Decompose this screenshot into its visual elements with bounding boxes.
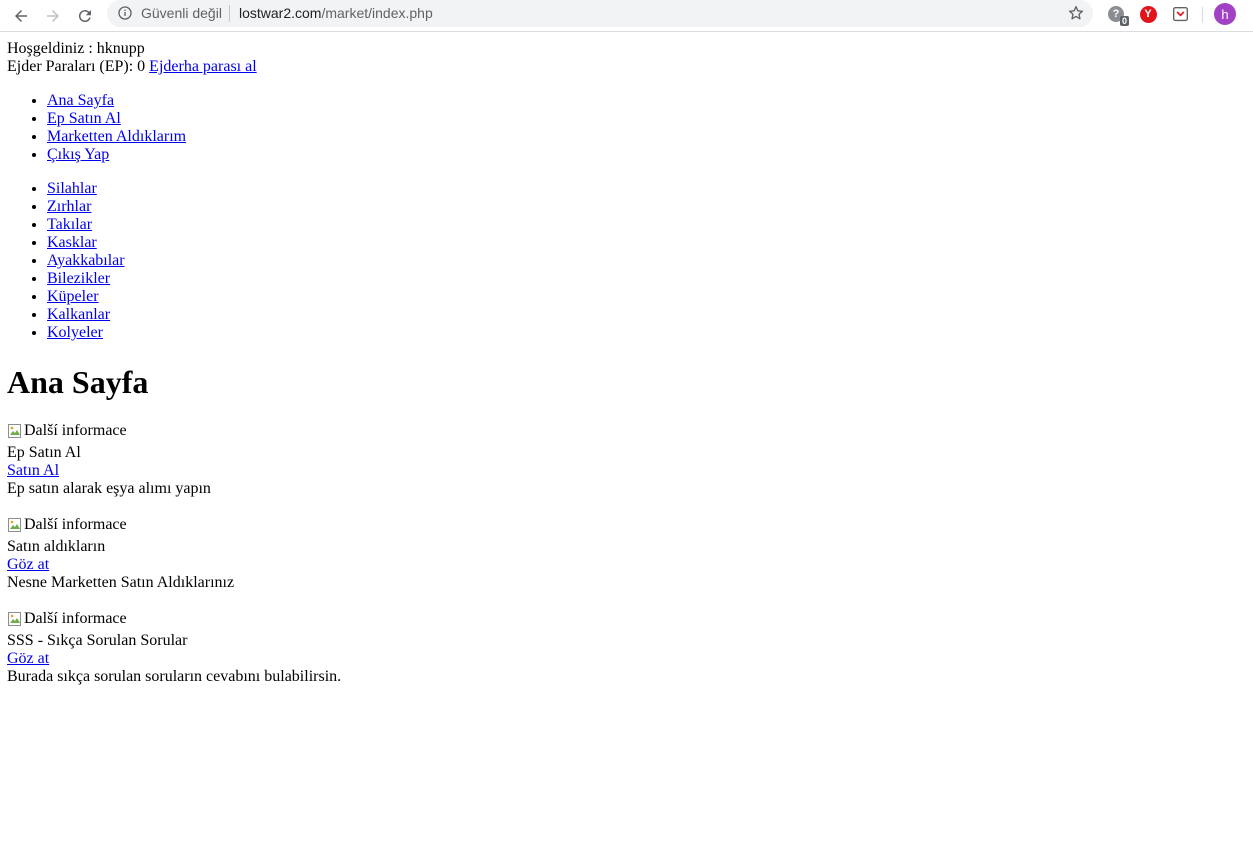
category-link-earrings[interactable]: Küpeler: [47, 288, 99, 305]
yandex-icon: Y: [1139, 5, 1157, 23]
extension-pocket-button[interactable]: [1170, 4, 1190, 24]
category-item: Ayakkabılar: [47, 252, 341, 270]
card-link-browse[interactable]: Göz at: [7, 556, 49, 573]
category-link-helmets[interactable]: Kasklar: [47, 234, 97, 251]
nav-item-logout: Çıkış Yap: [47, 146, 341, 164]
card-description: Ep satın alarak eşya alımı yapın: [7, 480, 211, 497]
main-nav: Ana Sayfa Ep Satın Al Marketten Aldıklar…: [7, 92, 341, 164]
info-icon[interactable]: [117, 5, 133, 21]
welcome-text: Hoşgeldiniz : hknupp: [7, 40, 145, 57]
category-item: Kalkanlar: [47, 306, 341, 324]
url-path: /market/index.php: [321, 5, 433, 21]
reload-button[interactable]: [72, 3, 98, 29]
pocket-icon: [1172, 6, 1188, 21]
ep-balance-label: Ejder Paraları (EP): 0: [7, 58, 146, 75]
card-list: Další informace Ep Satın Al Satın Al Ep …: [7, 422, 341, 686]
url-text[interactable]: lostwar2.com/market/index.php: [239, 5, 433, 21]
card-image: Další informace: [7, 422, 127, 440]
url-host: lostwar2.com: [239, 5, 322, 21]
category-item: Kolyeler: [47, 324, 341, 342]
bookmark-star-icon[interactable]: [1067, 4, 1085, 22]
nav-item-purchases: Marketten Aldıklarım: [47, 128, 341, 146]
security-label[interactable]: Güvenli değil: [141, 5, 222, 21]
category-link-accessories[interactable]: Takılar: [47, 216, 92, 233]
card-purchases: Další informace Satın aldıkların Göz at …: [7, 516, 341, 592]
arrow-left-icon: [15, 10, 27, 22]
category-link-shoes[interactable]: Ayakkabılar: [47, 252, 125, 269]
category-nav: Silahlar Zırhlar Takılar Kasklar Ayakkab…: [7, 180, 341, 342]
card-buy-ep: Další informace Ep Satın Al Satın Al Ep …: [7, 422, 341, 498]
toolbar-divider: [1202, 7, 1203, 23]
category-link-shields[interactable]: Kalkanlar: [47, 306, 110, 323]
category-item: Zırhlar: [47, 198, 341, 216]
forward-button[interactable]: [40, 3, 66, 29]
card-description: Burada sıkça sorulan soruların cevabını …: [7, 668, 342, 685]
category-item: Küpeler: [47, 288, 341, 306]
card-image-alt: Další informace: [24, 516, 127, 533]
buy-dragon-coin-link[interactable]: Ejderha parası al: [149, 58, 257, 75]
card-image-alt: Další informace: [24, 610, 127, 627]
back-button[interactable]: [8, 3, 34, 29]
nav-item-buy-ep: Ep Satın Al: [47, 110, 341, 128]
nav-link-home[interactable]: Ana Sayfa: [47, 92, 114, 109]
extension-badge: 0: [1119, 16, 1129, 26]
extension-help-button[interactable]: ? 0: [1106, 4, 1129, 26]
card-image-alt: Další informace: [24, 422, 127, 439]
card-link-buy[interactable]: Satın Al: [7, 462, 59, 479]
extension-y-button[interactable]: Y: [1138, 4, 1158, 24]
card-title: Ep Satın Al: [7, 444, 81, 461]
broken-image-icon: [7, 517, 23, 533]
broken-image-icon: [7, 423, 23, 439]
card-title: Satın aldıkların: [7, 538, 106, 555]
reload-icon: [78, 10, 91, 23]
nav-link-purchases[interactable]: Marketten Aldıklarım: [47, 128, 186, 145]
profile-avatar[interactable]: h: [1214, 3, 1236, 25]
address-bar[interactable]: Güvenli değil lostwar2.com/market/index.…: [107, 0, 1093, 27]
category-item: Silahlar: [47, 180, 341, 198]
category-link-bracelets[interactable]: Bilezikler: [47, 270, 110, 287]
card-title: SSS - Sıkça Sorulan Sorular: [7, 632, 188, 649]
card-image: Další informace: [7, 610, 127, 628]
card-description: Nesne Marketten Satın Aldıklarınız: [7, 574, 235, 591]
broken-image-icon: [7, 611, 23, 627]
card-link-faq[interactable]: Göz at: [7, 650, 49, 667]
category-item: Takılar: [47, 216, 341, 234]
page-title: Ana Sayfa: [7, 364, 149, 400]
omnibox-divider: [229, 5, 230, 22]
category-link-necklaces[interactable]: Kolyeler: [47, 324, 103, 341]
page-content: Hoşgeldiniz : hknupp Ejder Paraları (EP)…: [7, 32, 341, 686]
category-link-armors[interactable]: Zırhlar: [47, 198, 91, 215]
browser-toolbar: Güvenli değil lostwar2.com/market/index.…: [0, 0, 1253, 32]
category-link-weapons[interactable]: Silahlar: [47, 180, 97, 197]
nav-link-logout[interactable]: Çıkış Yap: [47, 146, 109, 163]
category-item: Kasklar: [47, 234, 341, 252]
ep-balance-line: Ejder Paraları (EP): 0 Ejderha parası al: [7, 58, 341, 76]
nav-item-home: Ana Sayfa: [47, 92, 341, 110]
category-item: Bilezikler: [47, 270, 341, 288]
card-image: Další informace: [7, 516, 127, 534]
arrow-right-icon: [47, 10, 59, 22]
nav-link-buy-ep[interactable]: Ep Satın Al: [47, 110, 121, 127]
card-faq: Další informace SSS - Sıkça Sorulan Soru…: [7, 610, 341, 686]
